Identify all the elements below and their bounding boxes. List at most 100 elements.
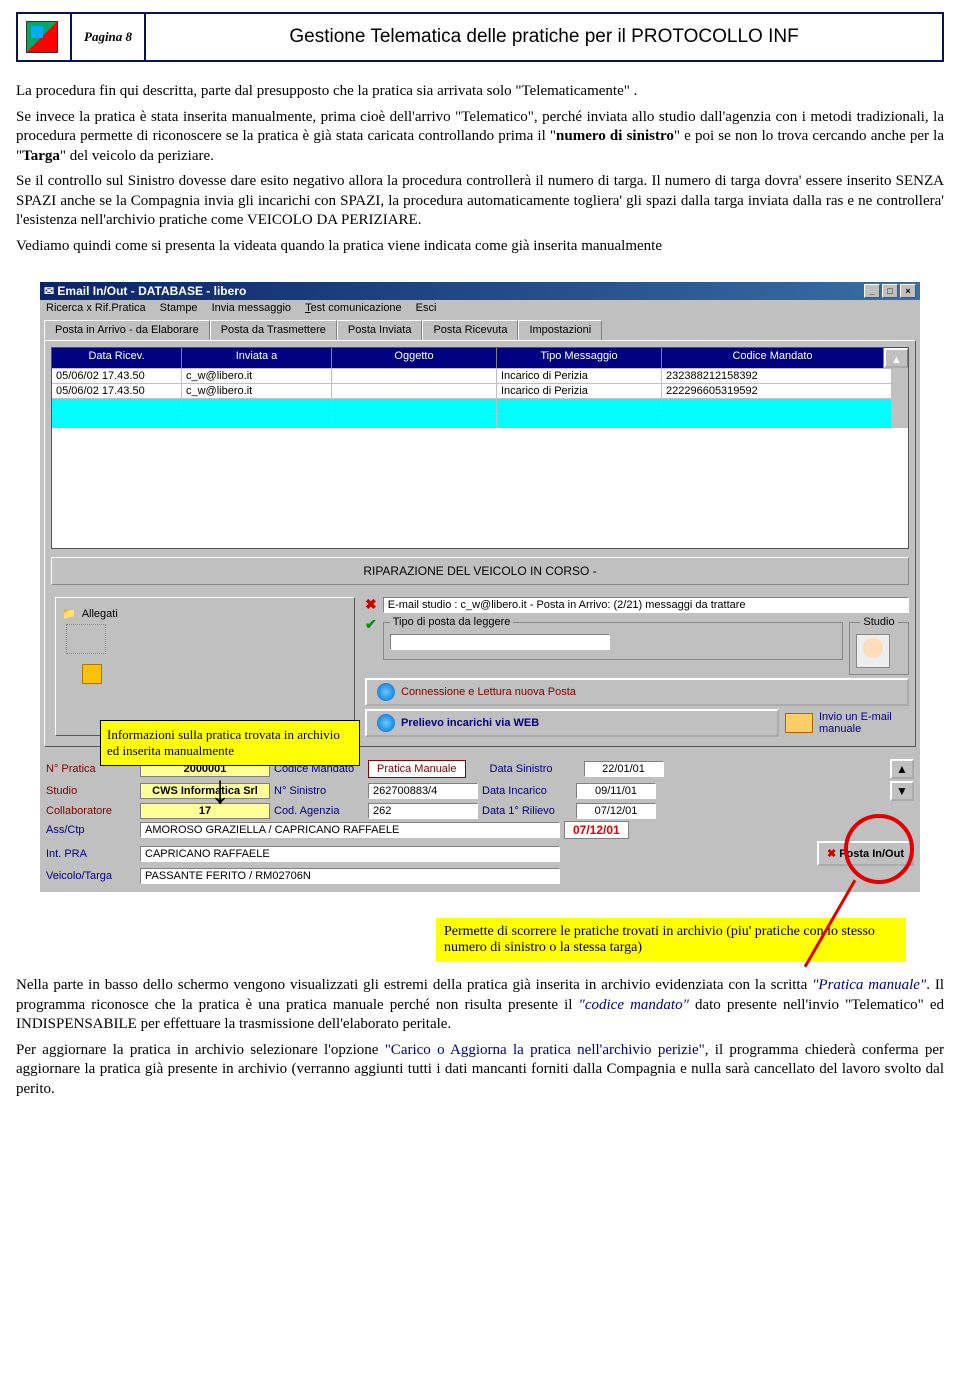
tab-trasmettere[interactable]: Posta da Trasmettere bbox=[210, 320, 337, 340]
page-number: Pagina 8 bbox=[70, 14, 146, 60]
mail-icon bbox=[785, 713, 813, 733]
menu-esci[interactable]: Esci bbox=[416, 302, 437, 314]
attachment-icon[interactable] bbox=[82, 664, 102, 684]
text: Per aggiornare la pratica in archivio se… bbox=[16, 1042, 385, 1058]
label-collab: Collaboratore bbox=[46, 805, 136, 817]
app-icon: ✉ bbox=[44, 284, 54, 298]
tipo-posta-input[interactable] bbox=[390, 634, 610, 650]
col-data: Data Ricev. bbox=[52, 348, 182, 368]
field-datasin: 22/01/01 bbox=[584, 761, 664, 777]
tab-impostazioni[interactable]: Impostazioni bbox=[518, 320, 602, 340]
label-studio: Studio bbox=[46, 785, 136, 797]
cell bbox=[497, 399, 662, 413]
cell bbox=[662, 399, 892, 413]
mail-grid[interactable]: Data Ricev. Inviata a Oggetto Tipo Messa… bbox=[51, 347, 909, 549]
label-datasin: Data Sinistro bbox=[490, 763, 580, 775]
cell: c_w@libero.it bbox=[182, 369, 332, 383]
grid-row[interactable]: 05/06/02 17.43.50 c_w@libero.it Incarico… bbox=[52, 368, 908, 383]
scrollbar[interactable] bbox=[892, 414, 908, 428]
red-circle-annotation bbox=[844, 814, 914, 884]
invio-email-button[interactable]: Invio un E-mail manuale bbox=[819, 711, 909, 735]
text-emph: "Carico o Aggiorna la pratica nell'archi… bbox=[385, 1042, 705, 1058]
menu-test[interactable]: Test comunicazione bbox=[305, 302, 402, 314]
field-nsinistro: 262700883/4 bbox=[368, 783, 478, 799]
button-label: Connessione e Lettura nuova Posta bbox=[401, 686, 576, 698]
scrollbar[interactable] bbox=[892, 384, 908, 398]
text: " del veicolo da periziare. bbox=[60, 148, 214, 164]
col-inviata: Inviata a bbox=[182, 348, 332, 368]
tab-arrivo[interactable]: Posta in Arrivo - da Elaborare bbox=[44, 320, 210, 340]
studio-group: Studio bbox=[849, 616, 909, 675]
text-bold: Targa bbox=[22, 148, 60, 164]
globe-icon bbox=[377, 683, 395, 701]
allegati-panel: 📁 Allegati bbox=[55, 597, 355, 736]
app-screenshot: ✉ Email In/Out - DATABASE - libero _ □ ×… bbox=[40, 282, 920, 892]
grid-row-cyan[interactable] bbox=[52, 413, 908, 428]
cell bbox=[182, 399, 332, 413]
pratica-detail: N° Pratica 2000001 Codice Mandato Pratic… bbox=[40, 751, 920, 892]
page-title: Gestione Telematica delle pratiche per i… bbox=[146, 26, 942, 48]
maximize-button[interactable]: □ bbox=[882, 284, 898, 298]
cell: 222296605319592 bbox=[662, 384, 892, 398]
scrollbar[interactable] bbox=[892, 369, 908, 383]
menu-invia[interactable]: Invia messaggio bbox=[212, 302, 292, 314]
cell: 05/06/02 17.43.50 bbox=[52, 384, 182, 398]
label-veicolo: Veicolo/Targa bbox=[46, 870, 136, 882]
text-emph: "Pratica manuale" bbox=[812, 977, 926, 993]
face-icon[interactable] bbox=[856, 634, 890, 668]
close-button[interactable]: × bbox=[900, 284, 916, 298]
label-codagenzia: Cod. Agenzia bbox=[274, 805, 364, 817]
cell bbox=[52, 399, 182, 413]
label-assctp: Ass/Ctp bbox=[46, 824, 136, 836]
window-titlebar: ✉ Email In/Out - DATABASE - libero _ □ × bbox=[40, 282, 920, 300]
cell bbox=[52, 414, 182, 428]
field-date-red: 07/12/01 bbox=[564, 821, 629, 839]
tab-row: Posta in Arrivo - da Elaborare Posta da … bbox=[40, 316, 920, 340]
button-label: Prelievo incarichi via WEB bbox=[401, 717, 539, 729]
cell bbox=[497, 414, 662, 428]
menu-stampe[interactable]: Stampe bbox=[160, 302, 198, 314]
allegati-label: Allegati bbox=[82, 608, 118, 620]
menu-ricerca[interactable]: Ricerca x Rif.Pratica bbox=[46, 302, 146, 314]
label-nsinistro: N° Sinistro bbox=[274, 785, 364, 797]
email-info: E-mail studio : c_w@libero.it - Posta in… bbox=[383, 597, 909, 613]
field-veicolo: PASSANTE FERITO / RM02706N bbox=[140, 868, 560, 884]
label-datarilievo: Data 1° Rilievo bbox=[482, 805, 572, 817]
paragraph-2: Se invece la pratica è stata inserita ma… bbox=[16, 108, 944, 167]
field-codagenzia: 262 bbox=[368, 803, 478, 819]
ie-icon bbox=[377, 714, 395, 732]
text-bold: numero di sinistro bbox=[556, 128, 674, 144]
window-title: Email In/Out - DATABASE - libero bbox=[57, 284, 246, 298]
tab-inviata[interactable]: Posta Inviata bbox=[337, 320, 423, 340]
scroll-up[interactable]: ▲ bbox=[884, 348, 908, 368]
cell bbox=[332, 399, 497, 413]
studio-legend: Studio bbox=[860, 616, 897, 628]
prelievo-web-button[interactable]: Prelievo incarichi via WEB bbox=[365, 709, 779, 737]
tab-ricevuta[interactable]: Posta Ricevuta bbox=[422, 320, 518, 340]
cell: 05/06/02 17.43.50 bbox=[52, 369, 182, 383]
grid-header: Data Ricev. Inviata a Oggetto Tipo Messa… bbox=[52, 348, 908, 368]
col-codice: Codice Mandato bbox=[662, 348, 884, 368]
grid-row-cyan[interactable] bbox=[52, 398, 908, 413]
connessione-button[interactable]: Connessione e Lettura nuova Posta bbox=[365, 678, 909, 706]
paragraph-4: Vediamo quindi come si presenta la videa… bbox=[16, 237, 944, 257]
col-tipo: Tipo Messaggio bbox=[497, 348, 662, 368]
scrollbar[interactable] bbox=[892, 399, 908, 413]
folder-icon: 📁 bbox=[62, 607, 76, 620]
field-intpra: CAPRICANO RAFFAELE bbox=[140, 846, 560, 862]
cell bbox=[182, 414, 332, 428]
page-header: Pagina 8 Gestione Telematica delle prati… bbox=[16, 12, 944, 62]
cell: Incarico di Perizia bbox=[497, 369, 662, 383]
cell bbox=[332, 414, 497, 428]
cell bbox=[662, 414, 892, 428]
paragraph-6: Per aggiornare la pratica in archivio se… bbox=[16, 1041, 944, 1100]
paragraph-intro: La procedura fin qui descritta, parte da… bbox=[16, 82, 944, 102]
minimize-button[interactable]: _ bbox=[864, 284, 880, 298]
callout-info: Informazioni sulla pratica trovata in ar… bbox=[100, 720, 360, 766]
cell: c_w@libero.it bbox=[182, 384, 332, 398]
record-down-button[interactable]: ▼ bbox=[890, 781, 914, 801]
grid-row[interactable]: 05/06/02 17.43.50 c_w@libero.it Incarico… bbox=[52, 383, 908, 398]
field-studio: CWS Informatica Srl bbox=[140, 783, 270, 799]
record-up-button[interactable]: ▲ bbox=[890, 759, 914, 779]
x-icon: ✖ bbox=[365, 596, 377, 613]
